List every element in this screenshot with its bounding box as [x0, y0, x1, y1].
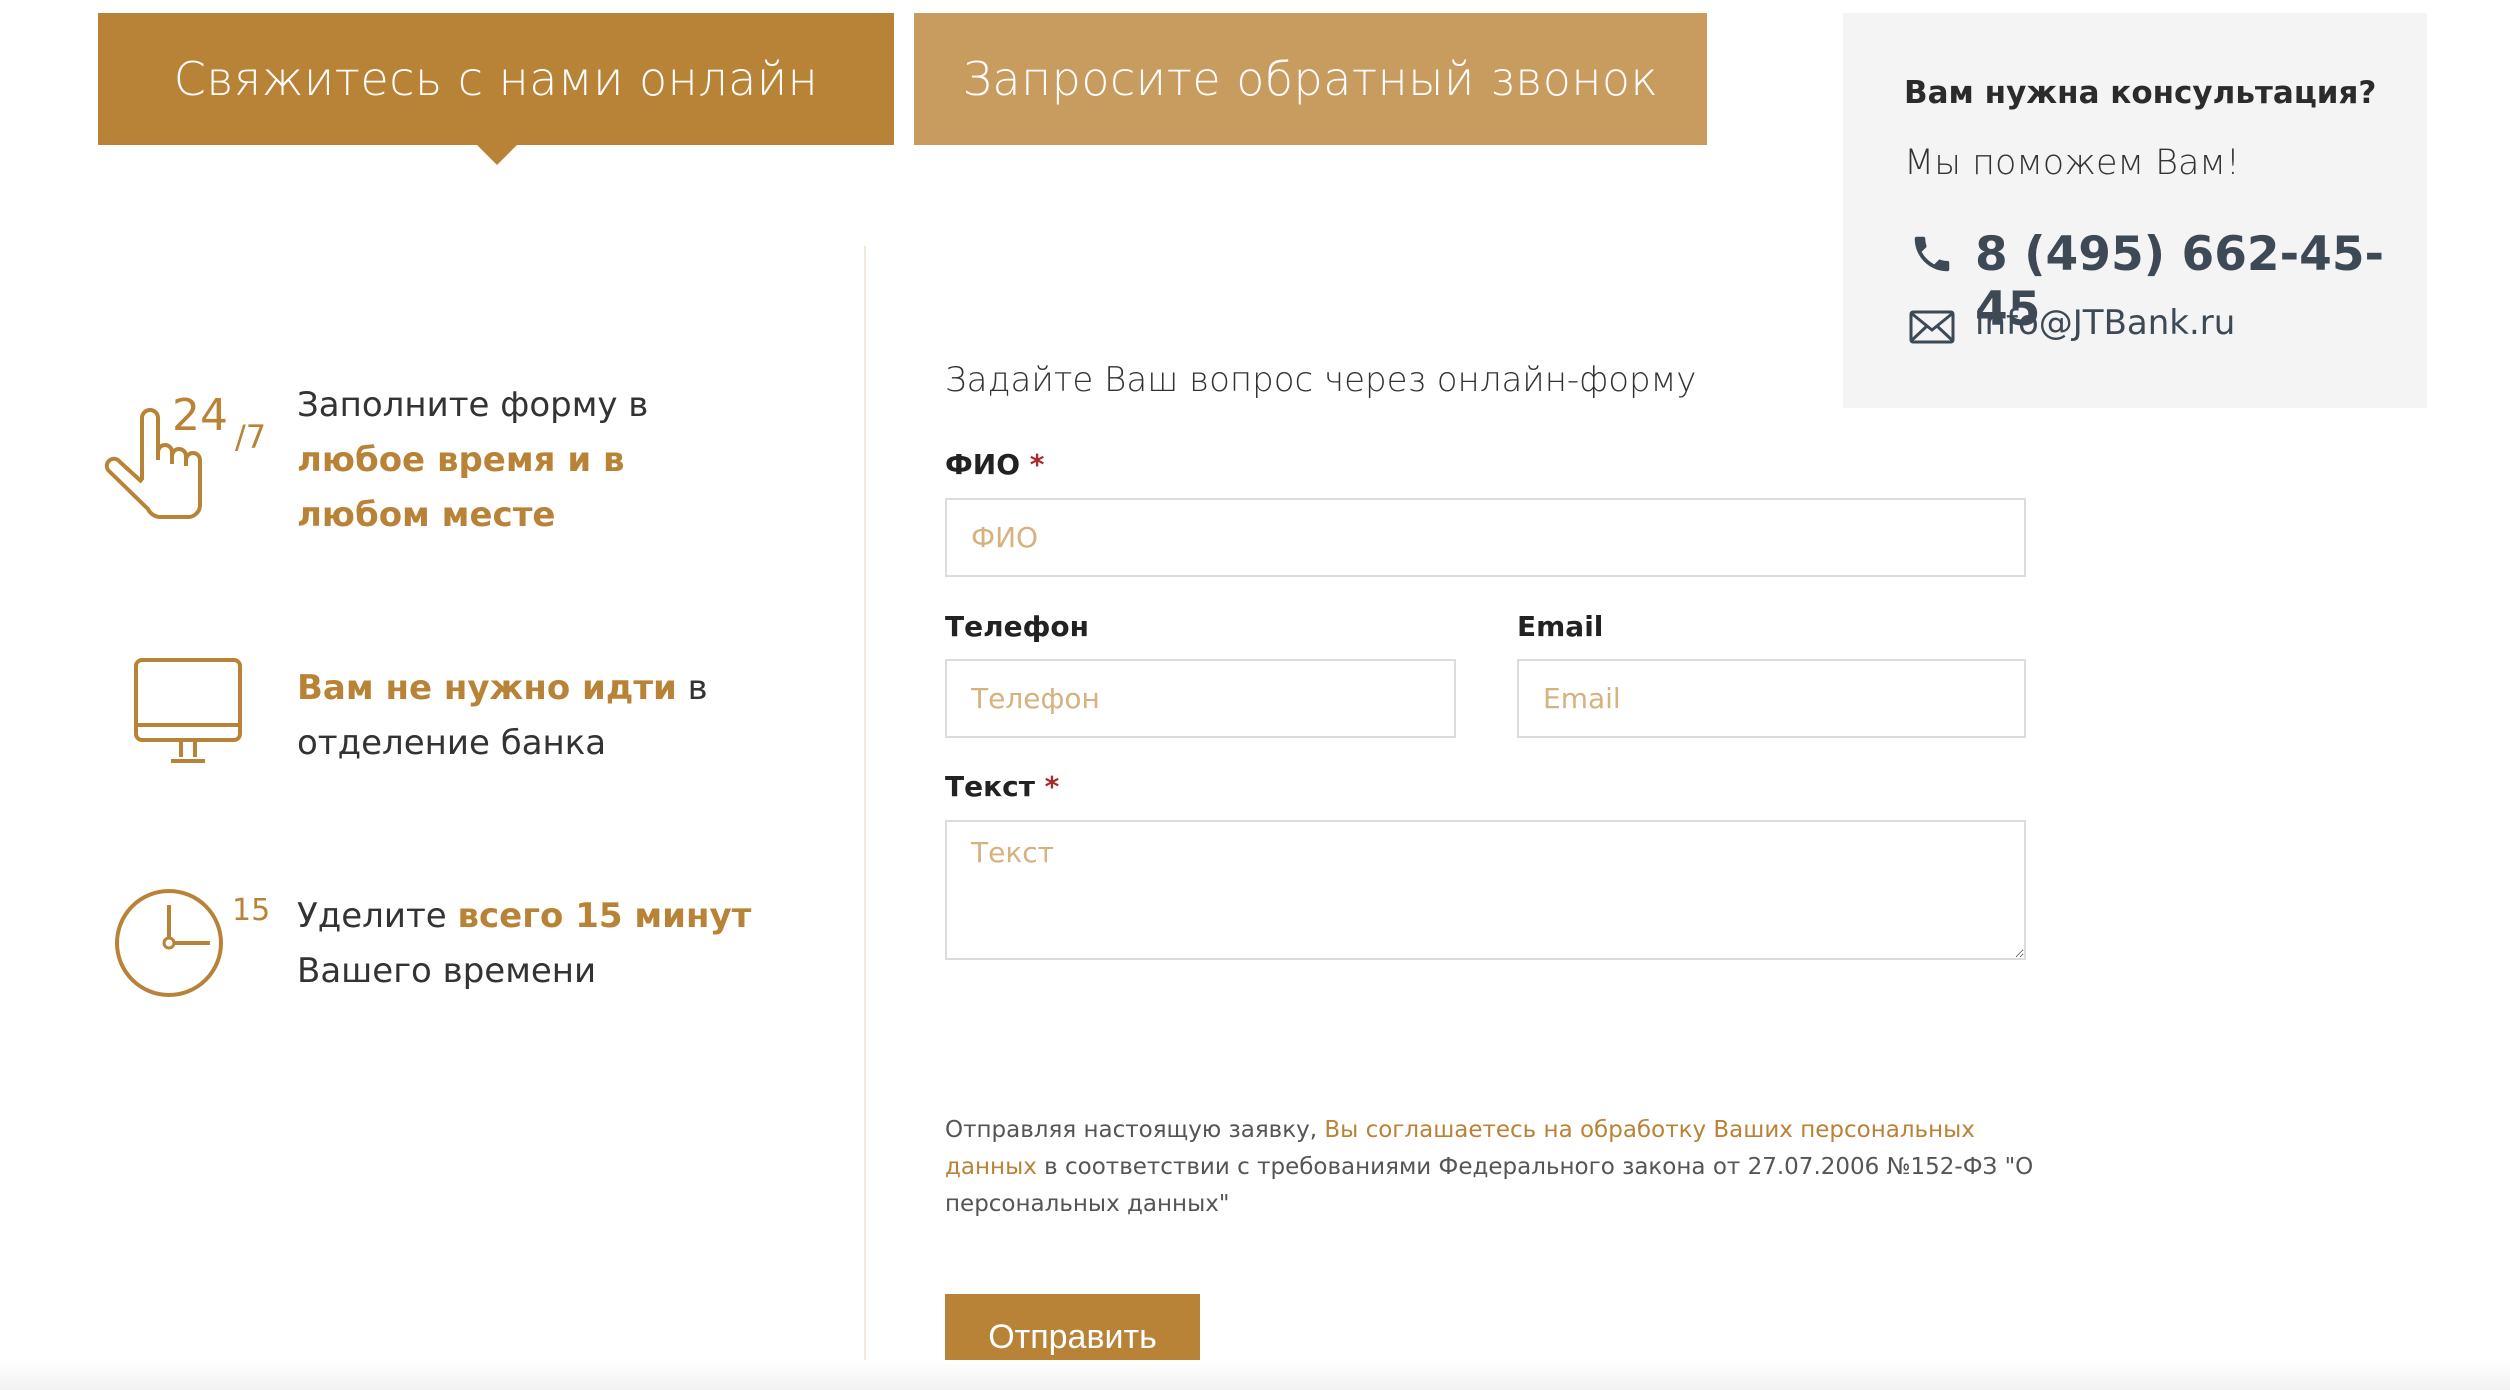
- fio-label: ФИО *: [945, 448, 1045, 481]
- badge-15: 15: [232, 893, 270, 928]
- consult-subtitle: Мы поможем Вам!: [1904, 143, 2240, 183]
- email-input[interactable]: [1517, 659, 2026, 738]
- phone-icon: [1914, 236, 1950, 272]
- badge-7: /7: [235, 418, 266, 456]
- consultation-panel: Вам нужна консультация? Мы поможем Вам! …: [1843, 13, 2427, 408]
- feature-anytime: Заполните форму в любое время и в любом …: [297, 378, 657, 543]
- feature-text: Уделите: [297, 896, 458, 936]
- feature-highlight: всего 15 минут: [457, 896, 752, 936]
- active-tab-pointer: [477, 145, 517, 165]
- feature-highlight: любое время и в любом месте: [297, 440, 625, 535]
- consent-text: Отправляя настоящую заявку, Вы соглашает…: [945, 1117, 2034, 1217]
- clock-icon: 15: [115, 889, 270, 997]
- tab-label: Запросите обратный звонок: [962, 52, 1659, 106]
- feature-highlight: Вам не нужно идти: [297, 668, 677, 708]
- form-heading: Задайте Ваш вопрос через онлайн-форму: [945, 360, 1697, 400]
- email-label: Email: [1517, 610, 1604, 643]
- tab-request-callback[interactable]: Запросите обратный звонок: [914, 13, 1707, 145]
- phone-input[interactable]: [945, 659, 1456, 738]
- feature-15-minutes: Уделите всего 15 минут Вашего времени: [297, 889, 767, 999]
- feature-text: Вашего времени: [297, 951, 597, 991]
- tab-contact-online[interactable]: Свяжитесь с нами онлайн: [98, 13, 894, 145]
- badge-24: 24: [172, 390, 228, 441]
- phone-label: Телефон: [945, 610, 1089, 643]
- monitor-icon: [134, 658, 242, 763]
- column-divider: [864, 246, 866, 1390]
- text-label: Текст *: [945, 770, 1060, 803]
- bottom-shade: [0, 1360, 2510, 1390]
- consult-email-link[interactable]: info@JTBank.ru: [1975, 303, 2235, 343]
- text-textarea[interactable]: [945, 820, 2026, 960]
- hand-24-7-icon: 24 /7: [104, 390, 266, 519]
- consult-title: Вам нужна консультация?: [1904, 75, 2377, 111]
- tab-label: Свяжитесь с нами онлайн: [173, 52, 819, 106]
- feature-no-visit: Вам не нужно идти в отделение банка: [297, 661, 737, 771]
- fio-input[interactable]: [945, 498, 2026, 577]
- feature-text: Заполните форму в: [297, 385, 649, 425]
- mail-icon: [1909, 310, 1955, 344]
